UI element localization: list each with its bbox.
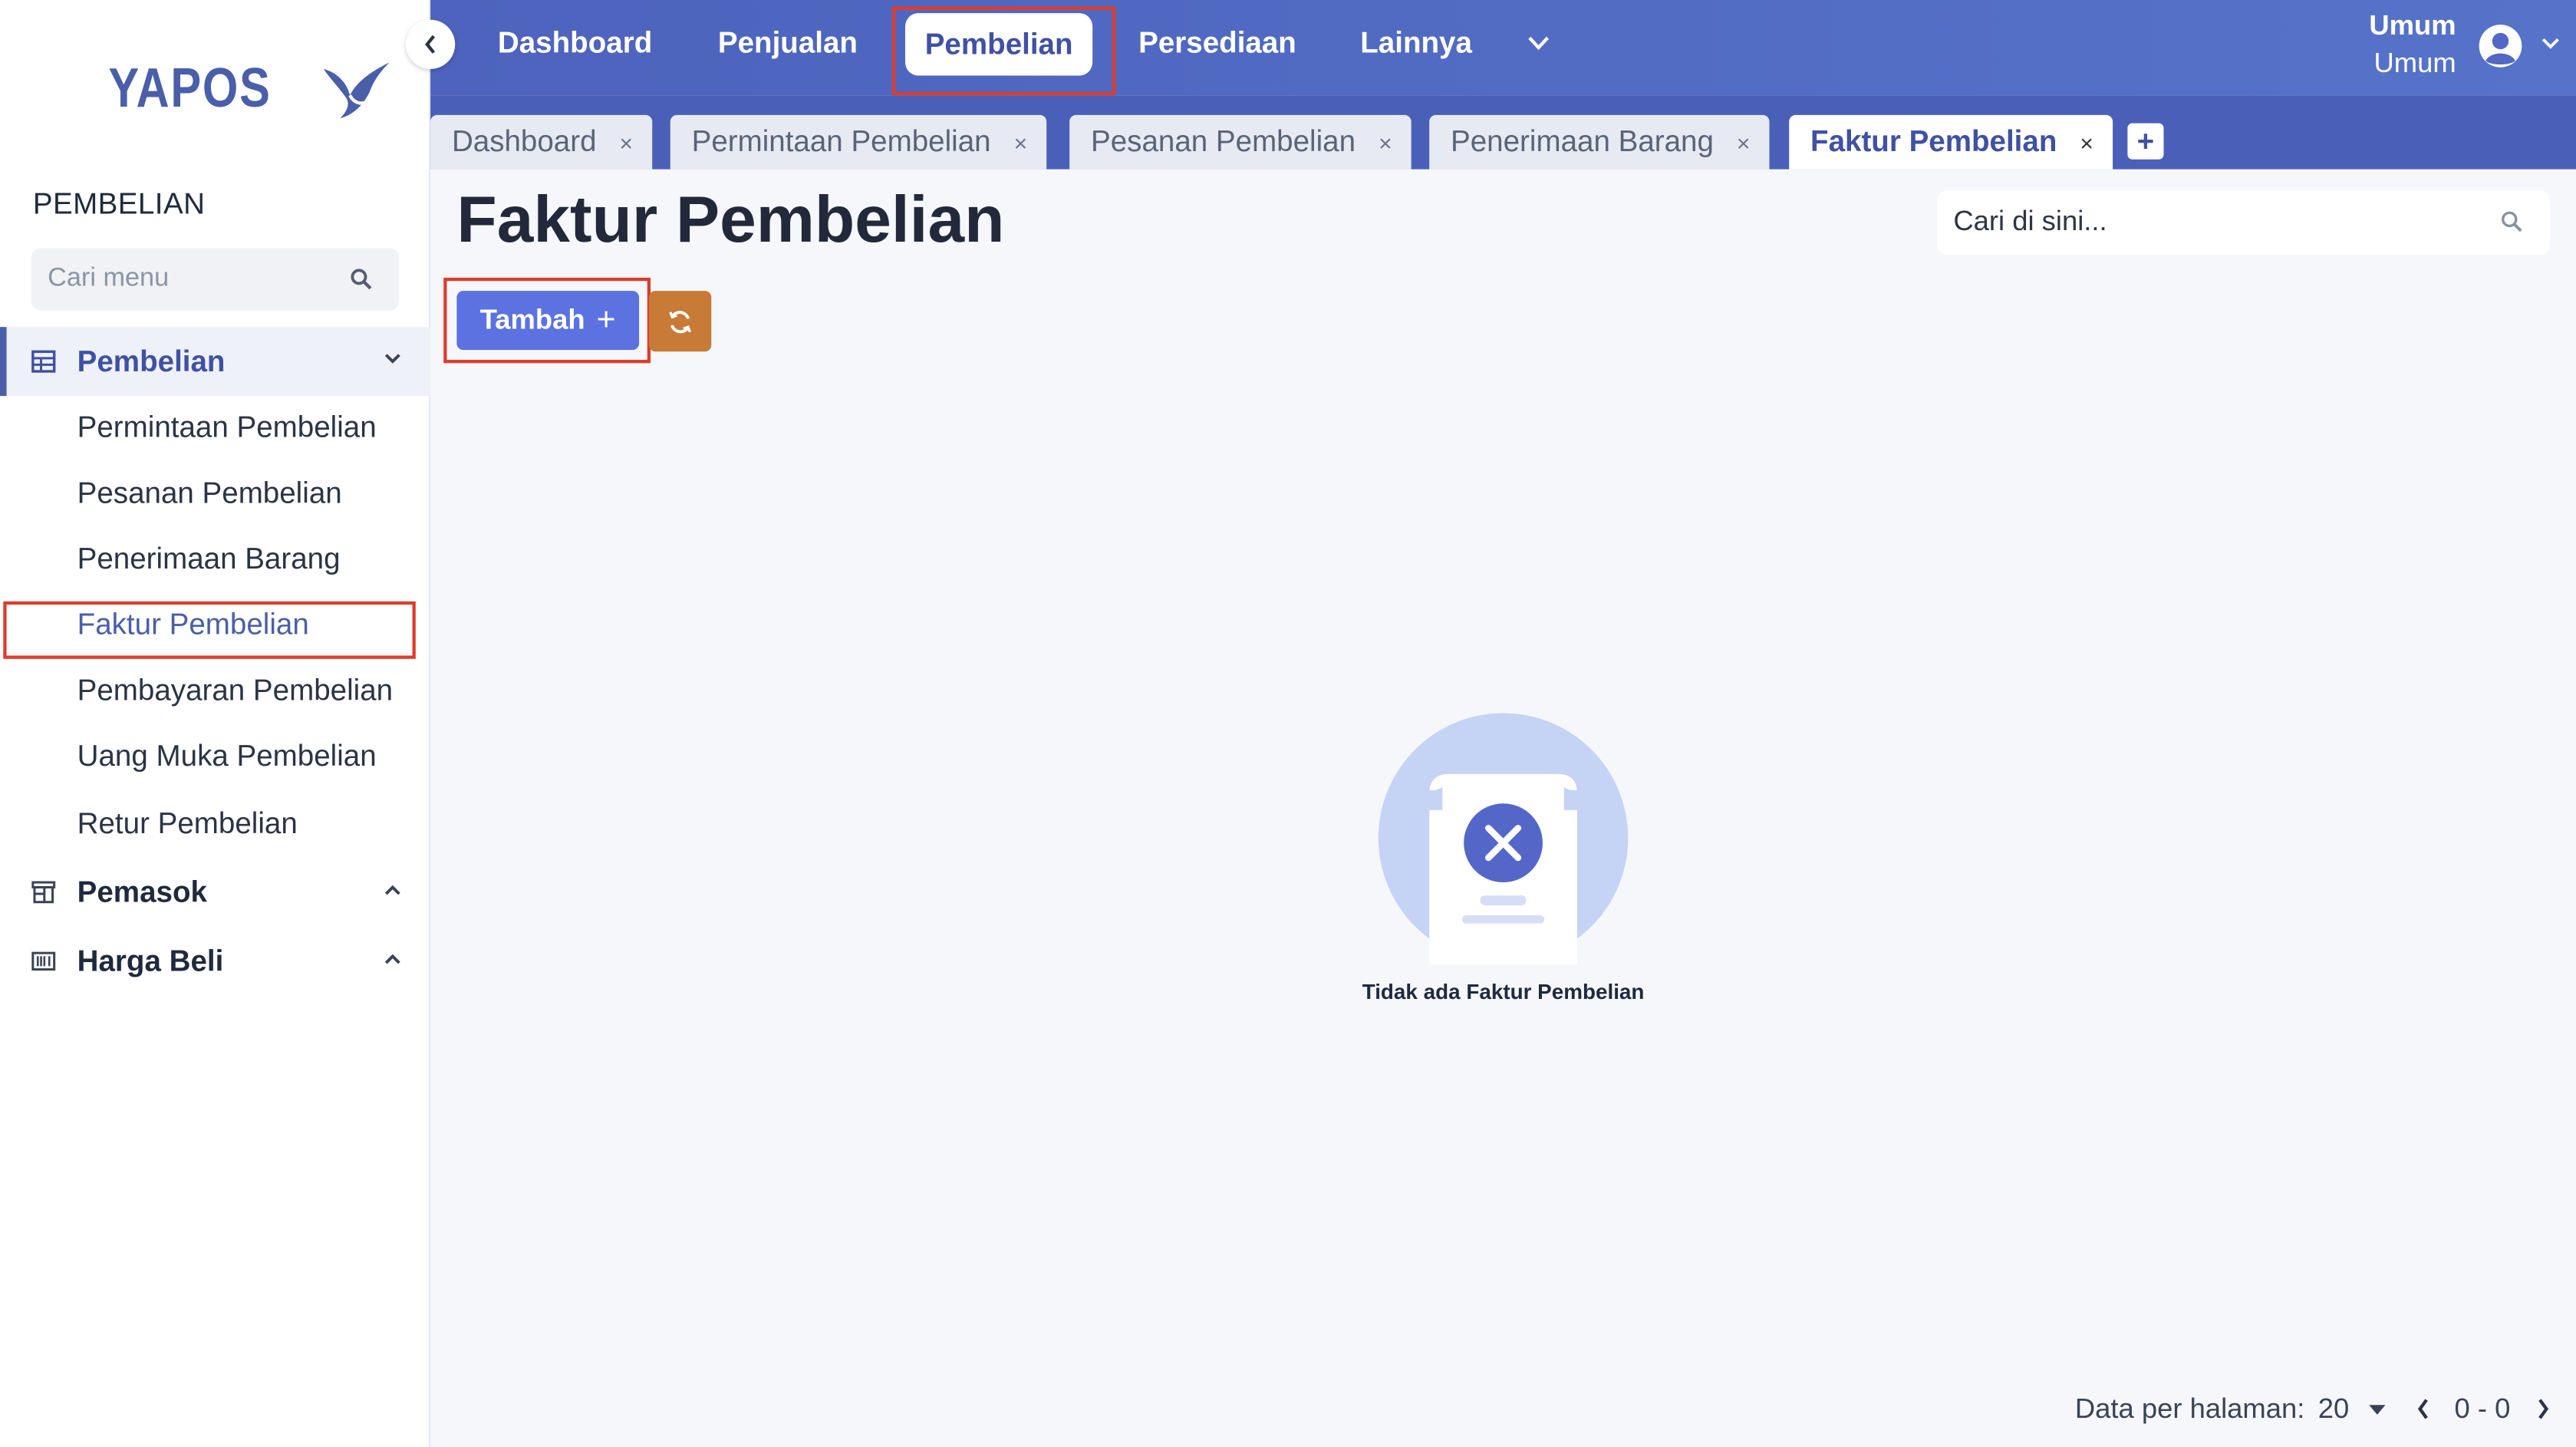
chevron-right-icon[interactable] bbox=[2537, 1399, 2550, 1420]
refresh-icon bbox=[669, 310, 692, 333]
sidebar-group-label: Harga Beli bbox=[77, 944, 224, 977]
barcode-icon bbox=[31, 951, 56, 971]
close-icon[interactable]: × bbox=[620, 129, 634, 155]
page-range: 0 - 0 bbox=[2454, 1393, 2511, 1425]
user-avatar-icon[interactable] bbox=[2478, 23, 2524, 69]
search-icon[interactable] bbox=[350, 268, 373, 291]
selection-highlight bbox=[3, 601, 416, 659]
caret-down-icon[interactable] bbox=[2369, 1405, 2386, 1415]
chevron-up-icon[interactable] bbox=[384, 953, 400, 964]
tab-label: Permintaan Pembelian bbox=[691, 124, 991, 158]
page-title: Faktur Pembelian bbox=[456, 183, 1005, 257]
sidebar-item-pembayaran-pembelian[interactable]: Pembayaran Pembelian bbox=[77, 674, 393, 708]
sidebar-section-title: PEMBELIAN bbox=[32, 187, 206, 220]
tab-label: Penerimaan Barang bbox=[1451, 124, 1714, 158]
user-role: Umum bbox=[2373, 48, 2456, 79]
bird-logo-icon bbox=[323, 62, 390, 119]
chevron-up-icon[interactable] bbox=[384, 884, 400, 895]
empty-state-illustration bbox=[1378, 713, 1629, 965]
sidebar-group-harga-beli[interactable]: Harga Beli bbox=[0, 927, 430, 996]
tab-label: Dashboard bbox=[451, 124, 597, 158]
sidebar-group-pemasok[interactable]: Pemasok bbox=[0, 858, 430, 927]
user-menu[interactable]: Umum Umum bbox=[2346, 0, 2576, 95]
refresh-button[interactable] bbox=[648, 291, 712, 352]
nav-highlight-box bbox=[891, 6, 1116, 96]
per-page-label: Data per halaman: bbox=[2074, 1393, 2305, 1425]
sidebar-item-pesanan-pembelian[interactable]: Pesanan Pembelian bbox=[77, 476, 342, 511]
close-icon[interactable]: × bbox=[1014, 129, 1028, 155]
nav-lainnya[interactable]: Lainnya bbox=[1360, 26, 1472, 61]
sidebar: YAPOS PEMBELIAN Pembelian bbox=[0, 0, 431, 1447]
tab-dashboard[interactable]: Dashboard × bbox=[430, 114, 653, 170]
logo-text: YAPOS bbox=[108, 56, 272, 120]
sidebar-group-pembelian[interactable]: Pembelian bbox=[0, 327, 431, 397]
search-icon[interactable] bbox=[2501, 210, 2524, 233]
chevron-left-icon bbox=[425, 35, 436, 54]
sidebar-group-label: Pemasok bbox=[77, 875, 207, 908]
tab-label: Faktur Pembelian bbox=[1810, 124, 2057, 158]
table-icon bbox=[31, 350, 56, 373]
nav-dashboard[interactable]: Dashboard bbox=[498, 26, 652, 61]
tab-permintaan-pembelian[interactable]: Permintaan Pembelian × bbox=[670, 114, 1047, 170]
empty-state-message: Tidak ada Faktur Pembelian bbox=[1362, 979, 1645, 1004]
app-logo[interactable]: YAPOS bbox=[108, 56, 392, 122]
nav-penjualan[interactable]: Penjualan bbox=[718, 26, 858, 61]
close-icon[interactable]: × bbox=[1379, 129, 1392, 155]
menu-search-input[interactable] bbox=[48, 264, 328, 295]
tab-bar: Dashboard × Permintaan Pembelian × Pesan… bbox=[430, 95, 2576, 170]
chevron-down-icon[interactable] bbox=[2541, 38, 2560, 49]
per-page-value: 20 bbox=[2317, 1393, 2350, 1425]
store-icon bbox=[31, 881, 56, 904]
sidebar-item-uang-muka-pembelian[interactable]: Uang Muka Pembelian bbox=[77, 740, 377, 774]
close-icon[interactable]: × bbox=[1737, 129, 1751, 155]
top-navigation: Dashboard Penjualan Pembelian Persediaan… bbox=[430, 0, 2576, 96]
chevron-down-icon[interactable] bbox=[1528, 36, 1550, 51]
sidebar-group-label: Pembelian bbox=[77, 344, 226, 377]
nav-persediaan[interactable]: Persediaan bbox=[1138, 26, 1296, 61]
tab-pesanan-pembelian[interactable]: Pesanan Pembelian × bbox=[1069, 114, 1412, 170]
chevron-left-icon[interactable] bbox=[2416, 1399, 2429, 1420]
sidebar-item-penerimaan-barang[interactable]: Penerimaan Barang bbox=[77, 542, 341, 577]
add-tab-button[interactable]: + bbox=[2127, 123, 2164, 160]
chevron-down-icon[interactable] bbox=[384, 353, 400, 364]
tab-penerimaan-barang[interactable]: Penerimaan Barang × bbox=[1429, 114, 1771, 170]
menu-search-box[interactable] bbox=[31, 248, 400, 311]
tab-faktur-pembelian[interactable]: Faktur Pembelian × bbox=[1789, 114, 2113, 170]
add-highlight-box bbox=[443, 277, 651, 364]
main-search-box[interactable] bbox=[1936, 190, 2550, 255]
collapse-sidebar-button[interactable] bbox=[405, 19, 456, 69]
main-search-input[interactable] bbox=[1953, 205, 2479, 239]
per-page-select[interactable]: 20 bbox=[2318, 1393, 2350, 1426]
close-icon[interactable]: × bbox=[2080, 129, 2093, 155]
sidebar-item-retur-pembelian[interactable]: Retur Pembelian bbox=[77, 807, 298, 842]
sidebar-item-permintaan-pembelian[interactable]: Permintaan Pembelian bbox=[77, 410, 377, 445]
user-name: Umum bbox=[2369, 9, 2456, 41]
tab-label: Pesanan Pembelian bbox=[1091, 124, 1356, 158]
